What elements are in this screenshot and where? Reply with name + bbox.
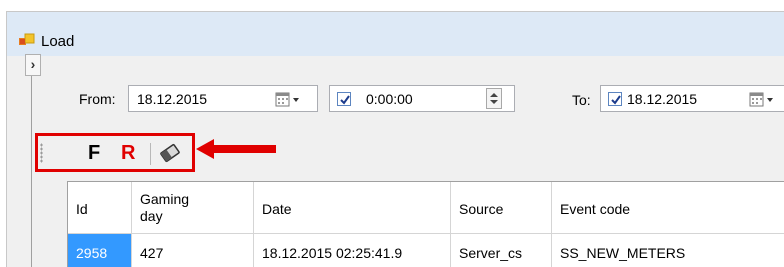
checkmark-icon xyxy=(611,95,621,105)
table-cell-date[interactable]: 18.12.2015 02:25:41.9 xyxy=(254,234,451,267)
f-button[interactable]: F xyxy=(88,142,100,164)
calendar-dropdown-icon[interactable] xyxy=(275,92,301,108)
column-header-gaming-day[interactable]: Gaming day xyxy=(132,182,254,234)
chevron-right-icon: › xyxy=(30,56,36,72)
from-time-checkbox[interactable] xyxy=(337,92,351,106)
to-date-checkbox[interactable] xyxy=(608,92,622,106)
from-date-value: 18.12.2015 xyxy=(137,91,208,107)
table-cell-id[interactable]: 2958 xyxy=(68,234,132,267)
table-cell-source[interactable]: Server_cs xyxy=(451,234,552,267)
from-time-value: 0:00:00 xyxy=(366,91,413,107)
to-date-picker[interactable]: 18.12.2015 xyxy=(600,85,784,112)
from-label: From: xyxy=(79,91,116,107)
column-header-source[interactable]: Source xyxy=(451,182,552,234)
from-date-picker[interactable]: 18.12.2015 xyxy=(128,85,318,112)
spinner-arrows-icon xyxy=(490,93,498,104)
table-cell-event-code[interactable]: SS_NEW_METERS xyxy=(552,234,784,267)
column-header-event-code[interactable]: Event code xyxy=(552,182,784,234)
column-header-id[interactable]: Id xyxy=(68,182,132,234)
to-date-value: 18.12.2015 xyxy=(627,91,698,107)
app-icon xyxy=(19,33,35,45)
title-bar[interactable]: Load xyxy=(7,12,784,56)
window-title: Load xyxy=(41,33,75,50)
toolbar-separator xyxy=(150,143,151,165)
time-spinner[interactable] xyxy=(486,88,502,109)
r-button[interactable]: R xyxy=(121,142,135,164)
expand-panel-button[interactable]: › xyxy=(25,54,41,76)
checkmark-icon xyxy=(340,95,350,105)
from-time-picker[interactable]: 0:00:00 xyxy=(329,85,515,112)
column-header-date[interactable]: Date xyxy=(254,182,451,234)
to-label: To: xyxy=(572,92,591,108)
calendar-dropdown-icon[interactable] xyxy=(749,92,775,108)
toolbar-grip[interactable] xyxy=(40,143,43,163)
eraser-icon[interactable] xyxy=(159,142,181,164)
events-grid: Id Gaming day Date Source Event code 295… xyxy=(67,181,784,267)
annotation-arrow-icon xyxy=(196,139,276,159)
table-cell-gaming-day[interactable]: 427 xyxy=(132,234,254,267)
